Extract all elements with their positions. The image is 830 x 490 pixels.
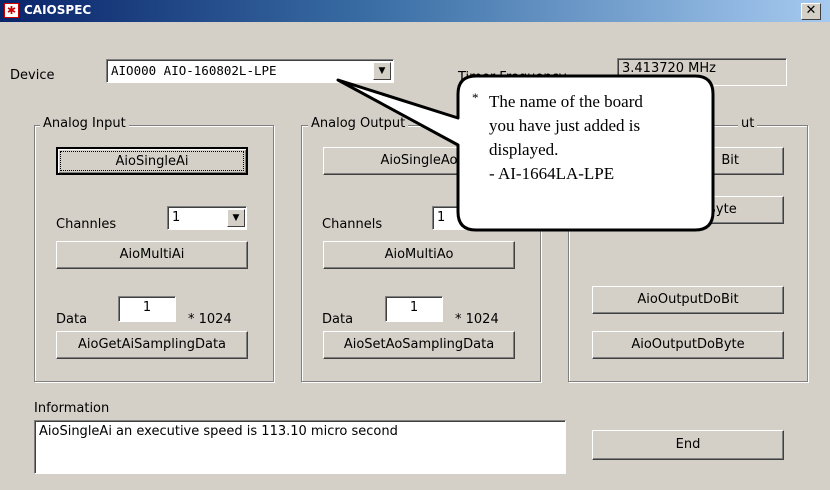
callout-bullet: * <box>472 90 479 105</box>
callout-line-4: - AI-1664LA-LPE <box>489 164 615 183</box>
callout-bubble <box>336 74 715 232</box>
callout-line-2: you have just added is <box>489 116 641 135</box>
callout-line-3: displayed. <box>489 140 559 159</box>
callout-line-1: The name of the board <box>489 92 643 111</box>
